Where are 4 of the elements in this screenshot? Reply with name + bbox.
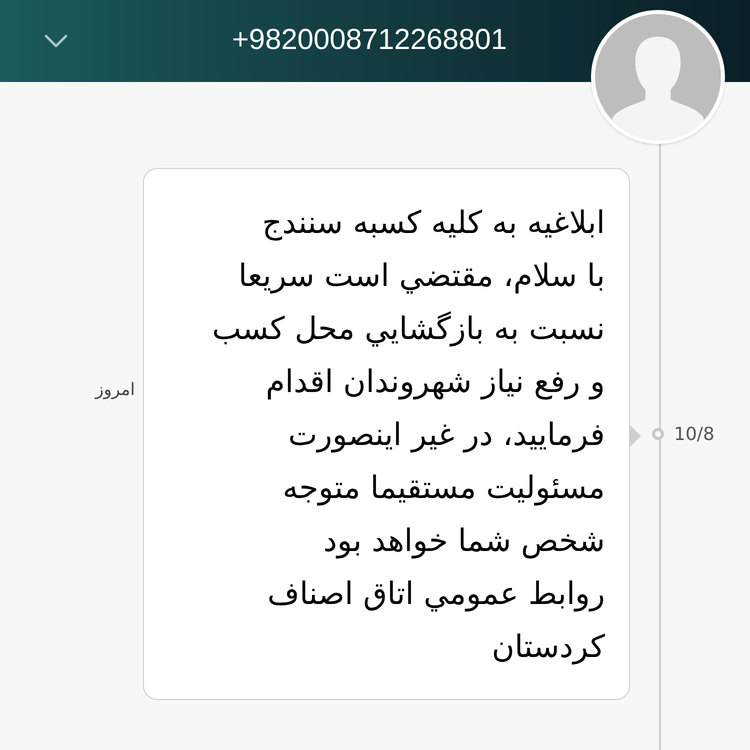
message-date: 10/8 xyxy=(674,422,714,446)
contact-number: +9820008712268801 xyxy=(232,23,507,58)
message-time: امروز xyxy=(95,379,135,402)
message-text: ابلاغيه به كليه كسبه سنندج با سلام، مقتضي است سريعا نسبت به بازگشايي محل كسب و رفع نياز شهروندان اقدام فرماييد، در غير اينصورت مسئوليت مستقيما متوجه شخص شما خواهد بود روابط عمومي اتاق اصناف كردستان xyxy=(210,204,605,667)
